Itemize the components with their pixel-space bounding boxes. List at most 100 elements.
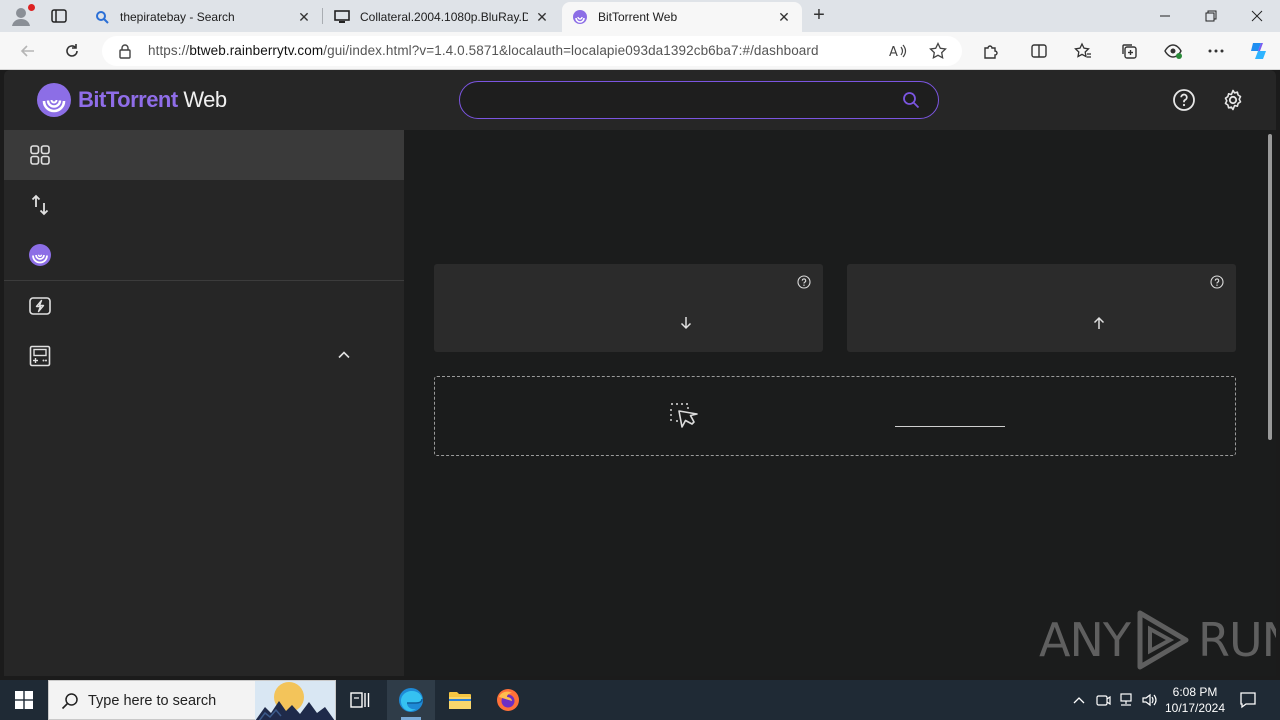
help-icon[interactable] bbox=[1172, 88, 1196, 112]
minimize-button[interactable] bbox=[1142, 0, 1188, 32]
url-path: /gui/index.html?v=1.4.0.5871&localauth=l… bbox=[323, 43, 819, 58]
sidebar-item-media[interactable] bbox=[4, 331, 404, 381]
watermark-right: RUN bbox=[1197, 613, 1276, 667]
dashboard-content: ANY RUN bbox=[404, 130, 1276, 676]
favorite-star-icon[interactable] bbox=[928, 41, 948, 61]
firefox-icon bbox=[497, 689, 519, 711]
sidebar-item-dashboard[interactable] bbox=[4, 130, 404, 180]
anyrun-watermark: ANY RUN bbox=[1039, 608, 1276, 672]
torrent-dropzone[interactable] bbox=[434, 376, 1236, 456]
volume-icon[interactable] bbox=[1140, 690, 1160, 710]
task-view-button[interactable] bbox=[336, 680, 384, 720]
tab-collateral[interactable]: Collateral.2004.1080p.BluRay.DDP ✕ bbox=[324, 2, 560, 32]
extensions-icon[interactable] bbox=[980, 40, 1002, 62]
app-logo[interactable]: BitTorrent Web bbox=[36, 82, 227, 118]
bittorrent-web-app: BitTorrent Web ANY RU bbox=[4, 70, 1276, 676]
upload-card bbox=[847, 264, 1236, 352]
tab-close-icon[interactable]: ✕ bbox=[776, 9, 792, 25]
meet-now-icon[interactable] bbox=[1093, 690, 1113, 710]
show-hidden-icons-chevron-icon[interactable] bbox=[1069, 690, 1089, 710]
arrow-up-icon bbox=[1093, 316, 1105, 329]
sidebar-item-torrents[interactable] bbox=[4, 180, 404, 230]
play-logo-icon bbox=[1137, 610, 1189, 670]
main-scrollbar[interactable] bbox=[1268, 134, 1272, 440]
watermark-left: ANY bbox=[1039, 613, 1131, 667]
more-menu-icon[interactable] bbox=[1205, 40, 1227, 62]
monitor-icon bbox=[334, 9, 350, 25]
arrow-down-icon bbox=[680, 317, 692, 330]
tab-title: thepiratebay - Search bbox=[120, 10, 235, 24]
search-icon[interactable] bbox=[902, 91, 920, 109]
clock-time: 6:08 PM bbox=[1172, 685, 1218, 699]
network-icon[interactable] bbox=[1116, 690, 1136, 710]
app-header: BitTorrent Web bbox=[4, 70, 1276, 130]
download-card bbox=[434, 264, 823, 352]
logo-brand: BitTorrent bbox=[78, 87, 178, 112]
chevron-up-icon[interactable] bbox=[337, 348, 351, 362]
url-text[interactable]: https://btweb.rainberrytv.com/gui/index.… bbox=[148, 43, 819, 58]
drag-drop-cursor-icon bbox=[670, 403, 698, 428]
tab-close-icon[interactable]: ✕ bbox=[534, 9, 550, 25]
copilot-icon[interactable] bbox=[1247, 40, 1269, 62]
taskbar-firefox[interactable] bbox=[484, 680, 532, 720]
new-tab-button[interactable]: + bbox=[808, 5, 830, 27]
search-highlight-art-icon bbox=[255, 681, 335, 720]
url-prefix: https:// bbox=[148, 43, 190, 58]
tab-title: BitTorrent Web bbox=[598, 10, 678, 24]
back-button[interactable] bbox=[16, 39, 40, 63]
favorites-icon[interactable] bbox=[1072, 40, 1094, 62]
tab-thepiratebay[interactable]: thepiratebay - Search ✕ bbox=[84, 2, 322, 32]
browser-tab-strip: thepiratebay - Search ✕ Collateral.2004.… bbox=[0, 0, 1280, 32]
restore-button[interactable] bbox=[1188, 0, 1234, 32]
logo-text: BitTorrent Web bbox=[78, 87, 227, 113]
taskbar-search-placeholder: Type here to search bbox=[88, 693, 217, 709]
tab-close-icon[interactable]: ✕ bbox=[296, 9, 312, 25]
help-icon[interactable] bbox=[1210, 275, 1224, 289]
bittorrent-logo-icon bbox=[37, 83, 71, 117]
sidebar bbox=[4, 130, 404, 676]
url-host: btweb.rainberrytv.com bbox=[189, 43, 324, 58]
system-clock[interactable]: 6:08 PM 10/17/2024 bbox=[1160, 684, 1230, 716]
windows-taskbar: Type here to search 6:08 PM 10/17/2024 bbox=[0, 680, 1280, 720]
windows-logo-icon bbox=[15, 691, 33, 709]
folder-icon bbox=[449, 692, 471, 709]
notifications-icon[interactable] bbox=[1238, 690, 1258, 710]
profile-notification-dot bbox=[28, 4, 35, 11]
settings-gear-icon[interactable] bbox=[1221, 88, 1245, 112]
tab-bittorrent-web[interactable]: BitTorrent Web ✕ bbox=[562, 2, 802, 32]
read-aloud-icon[interactable]: A bbox=[888, 41, 908, 61]
logo-suffix: Web bbox=[177, 87, 227, 112]
browse-files-link[interactable] bbox=[895, 426, 1005, 427]
sidebar-item-speed[interactable] bbox=[4, 281, 404, 331]
tab-separator bbox=[322, 8, 323, 24]
taskbar-file-explorer[interactable] bbox=[436, 680, 484, 720]
start-button[interactable] bbox=[0, 680, 48, 720]
address-bar[interactable]: https://btweb.rainberrytv.com/gui/index.… bbox=[102, 36, 962, 66]
grid-icon bbox=[30, 145, 50, 165]
taskbar-search-box[interactable]: Type here to search bbox=[48, 680, 336, 720]
transfer-arrows-icon bbox=[31, 194, 49, 216]
task-view-icon bbox=[350, 692, 370, 708]
svg-text:A: A bbox=[889, 45, 898, 59]
player-icon bbox=[29, 345, 51, 367]
tab-title: Collateral.2004.1080p.BluRay.DDP bbox=[360, 10, 528, 24]
collections-icon[interactable] bbox=[1118, 40, 1140, 62]
close-window-button[interactable] bbox=[1234, 0, 1280, 32]
help-icon[interactable] bbox=[797, 275, 811, 289]
taskbar-edge[interactable] bbox=[387, 680, 435, 720]
browser-toolbar: https://btweb.rainberrytv.com/gui/index.… bbox=[0, 32, 1280, 70]
browser-essentials-icon[interactable] bbox=[1162, 40, 1184, 62]
clock-date: 10/17/2024 bbox=[1164, 701, 1226, 715]
tab-actions-icon[interactable] bbox=[50, 7, 68, 25]
bittorrent-icon bbox=[29, 244, 51, 266]
sidebar-item-bittorrent[interactable] bbox=[4, 230, 404, 280]
search-icon bbox=[61, 693, 78, 710]
search-input[interactable] bbox=[459, 81, 939, 119]
lock-icon[interactable] bbox=[118, 43, 132, 59]
edge-icon bbox=[399, 688, 423, 712]
search-icon bbox=[94, 9, 110, 25]
refresh-button[interactable] bbox=[60, 39, 84, 63]
bittorrent-icon bbox=[572, 9, 588, 25]
split-screen-icon[interactable] bbox=[1028, 40, 1050, 62]
lightning-icon bbox=[29, 297, 51, 315]
